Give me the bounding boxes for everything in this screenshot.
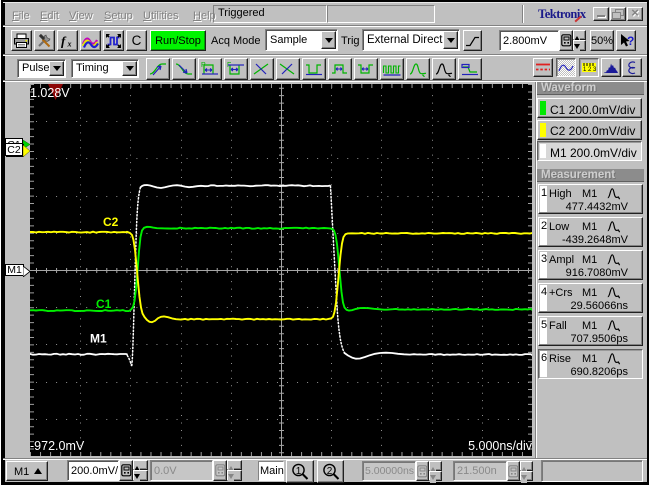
svg-text:5.000ns/div: 5.000ns/div <box>468 439 532 453</box>
svg-text:?: ? <box>627 34 634 48</box>
svg-text:1 2 3: 1 2 3 <box>583 67 597 73</box>
svg-text:1.028V: 1.028V <box>30 86 70 100</box>
svg-text:2: 2 <box>326 465 332 476</box>
svg-text:1: 1 <box>296 465 302 476</box>
svg-text:C2: C2 <box>103 215 119 229</box>
svg-text:M1: M1 <box>90 332 107 346</box>
svg-text:f: f <box>61 33 67 48</box>
svg-text:x: x <box>67 39 72 48</box>
svg-text:C1: C1 <box>96 297 112 311</box>
svg-text:-972.0mV: -972.0mV <box>30 439 85 453</box>
